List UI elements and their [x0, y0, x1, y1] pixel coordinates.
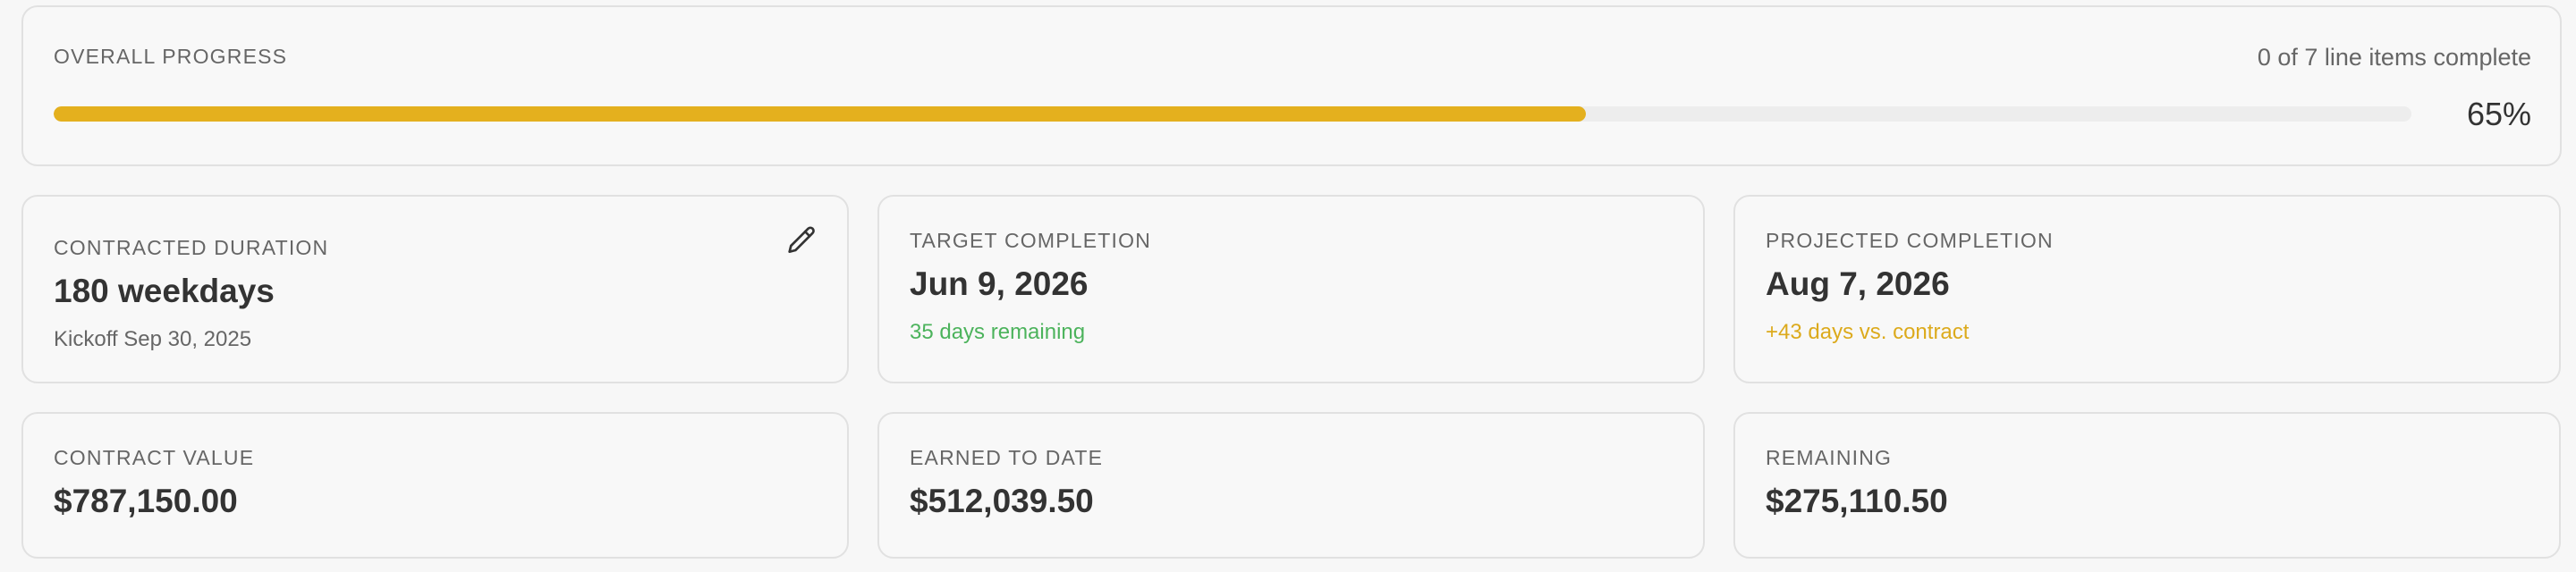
- target-completion-card: TARGET COMPLETION Jun 9, 2026 35 days re…: [877, 195, 1705, 383]
- progress-bar-track: [54, 106, 2411, 122]
- projected-completion-label: PROJECTED COMPLETION: [1766, 229, 2054, 252]
- target-completion-label: TARGET COMPLETION: [910, 229, 1152, 252]
- target-completion-value: Jun 9, 2026: [910, 265, 1089, 302]
- overall-progress-label: OVERALL PROGRESS: [54, 45, 288, 68]
- contract-value-card: CONTRACT VALUE $787,150.00: [21, 412, 849, 559]
- projected-completion-value: Aug 7, 2026: [1766, 265, 1950, 302]
- contracted-duration-value: 180 weekdays: [54, 273, 275, 309]
- contracted-duration-card: CONTRACTED DURATION 180 weekdays Kickoff…: [21, 195, 849, 383]
- edit-duration-button[interactable]: [784, 223, 819, 259]
- progress-percent: 65%: [2466, 96, 2531, 132]
- contract-value-amount: $787,150.00: [54, 483, 238, 519]
- remaining-amount: $275,110.50: [1766, 483, 1948, 519]
- earned-to-date-label: EARNED TO DATE: [910, 446, 1104, 469]
- earned-to-date-amount: $512,039.50: [910, 483, 1094, 519]
- contract-value-label: CONTRACT VALUE: [54, 446, 255, 469]
- progress-bar-fill: [54, 106, 1587, 122]
- overall-progress-card: OVERALL PROGRESS 0 of 7 line items compl…: [21, 5, 2562, 166]
- remaining-card: REMAINING $275,110.50: [1733, 412, 2561, 559]
- contracted-duration-label: CONTRACTED DURATION: [54, 236, 329, 259]
- earned-to-date-card: EARNED TO DATE $512,039.50: [877, 412, 1705, 559]
- pencil-icon: [788, 226, 815, 253]
- line-items-complete-text: 0 of 7 line items complete: [2257, 44, 2531, 71]
- schedule-variance-text: +43 days vs. contract: [1766, 320, 1970, 344]
- projected-completion-card: PROJECTED COMPLETION Aug 7, 2026 +43 day…: [1733, 195, 2561, 383]
- days-remaining-text: 35 days remaining: [910, 320, 1086, 344]
- remaining-label: REMAINING: [1766, 446, 1893, 469]
- kickoff-date-text: Kickoff Sep 30, 2025: [54, 327, 252, 351]
